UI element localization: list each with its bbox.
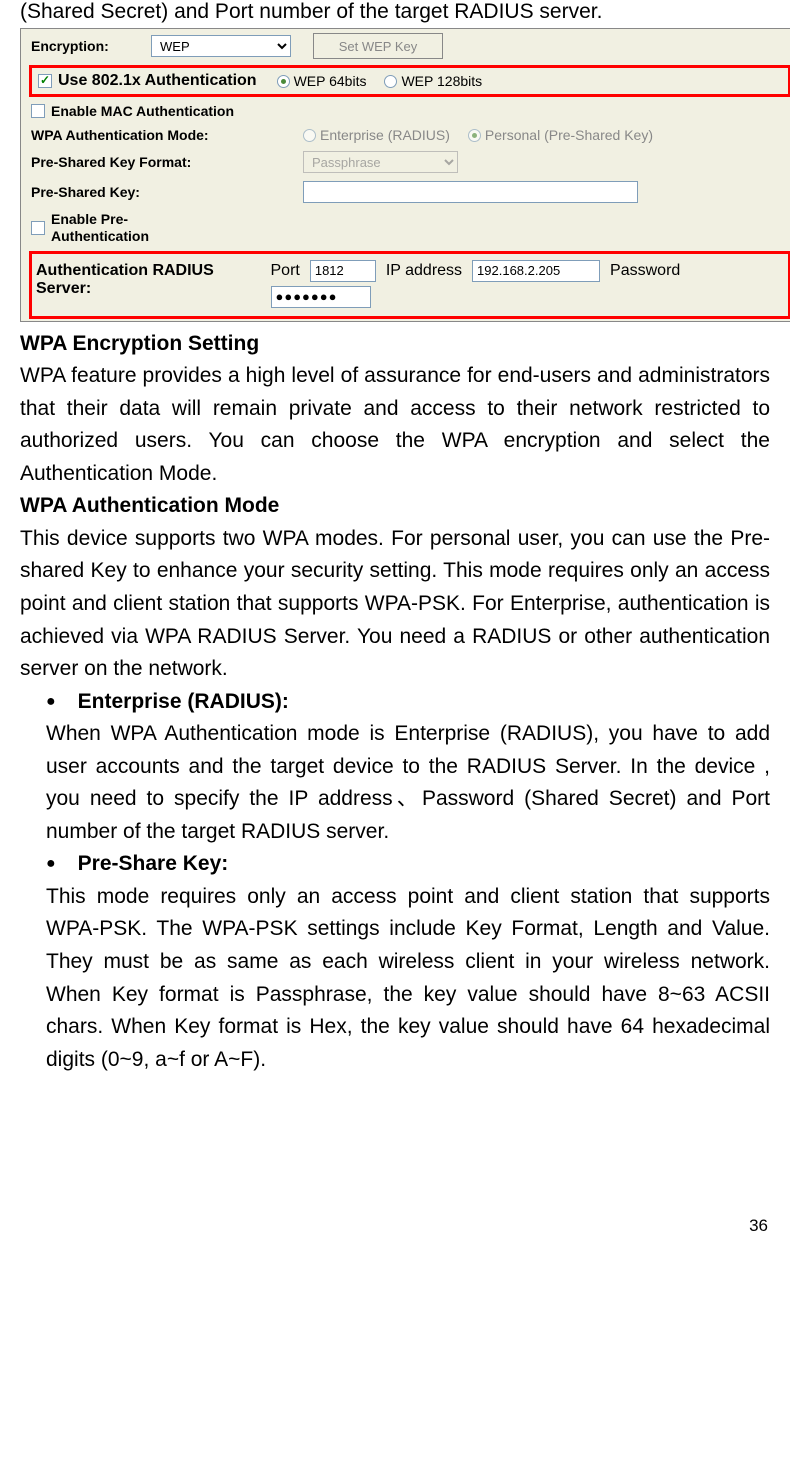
highlight-radius: Authentication RADIUS Server: Port IP ad… [29, 251, 790, 319]
paragraph-wpa-encryption: WPA feature provides a high level of ass… [20, 360, 770, 490]
wep-128-radio[interactable] [384, 75, 397, 88]
wep-64-label: WEP 64bits [294, 73, 367, 89]
port-input[interactable] [310, 260, 376, 282]
password-input[interactable] [271, 286, 371, 308]
bullet-enterprise-title: Enterprise (RADIUS): [78, 686, 289, 719]
bullet-icon: ● [46, 686, 56, 719]
set-wep-key-button[interactable]: Set WEP Key [313, 33, 443, 59]
encryption-select[interactable]: WEP [151, 35, 291, 57]
personal-radio[interactable] [468, 129, 481, 142]
settings-panel: Encryption: WEP Set WEP Key Use 802.1x A… [20, 28, 790, 322]
encryption-label: Encryption: [31, 38, 151, 54]
heading-wpa-auth-mode: WPA Authentication Mode [20, 490, 770, 523]
enable-mac-label: Enable MAC Authentication [51, 103, 234, 119]
bullet-preshare-title: Pre-Share Key: [78, 848, 229, 881]
personal-label: Personal (Pre-Shared Key) [485, 127, 653, 143]
heading-wpa-encryption: WPA Encryption Setting [20, 328, 770, 361]
password-label: Password [610, 262, 680, 280]
use-8021x-checkbox[interactable] [38, 74, 52, 88]
psk-format-label: Pre-Shared Key Format: [31, 154, 303, 170]
bullet-preshare: ● Pre-Share Key: [46, 848, 770, 881]
bullet-enterprise: ● Enterprise (RADIUS): [46, 686, 770, 719]
page-number: 36 [20, 1216, 770, 1236]
enable-mac-checkbox[interactable] [31, 104, 45, 118]
paragraph-preshare: This mode requires only an access point … [46, 881, 770, 1076]
auth-radius-label: Authentication RADIUS Server: [36, 260, 271, 298]
ip-label: IP address [386, 262, 462, 280]
ip-input[interactable] [472, 260, 600, 282]
enable-preauth-checkbox[interactable] [31, 221, 45, 235]
top-continuation-text: (Shared Secret) and Port number of the t… [20, 0, 770, 24]
paragraph-wpa-auth-mode: This device supports two WPA modes. For … [20, 523, 770, 686]
document-body: WPA Encryption Setting WPA feature provi… [20, 328, 770, 1077]
enterprise-radio[interactable] [303, 129, 316, 142]
wep-128-label: WEP 128bits [401, 73, 482, 89]
psk-label: Pre-Shared Key: [31, 184, 303, 200]
enterprise-label: Enterprise (RADIUS) [320, 127, 450, 143]
wpa-auth-mode-label: WPA Authentication Mode: [31, 127, 303, 143]
paragraph-enterprise: When WPA Authentication mode is Enterpri… [46, 718, 770, 848]
highlight-8021x: Use 802.1x Authentication WEP 64bits WEP… [29, 65, 790, 97]
psk-input[interactable] [303, 181, 638, 203]
wep-64-radio[interactable] [277, 75, 290, 88]
enable-preauth-label: Enable Pre-Authentication [51, 211, 171, 245]
psk-format-select[interactable]: Passphrase [303, 151, 458, 173]
port-label: Port [271, 262, 300, 280]
use-8021x-label: Use 802.1x Authentication [58, 72, 257, 90]
bullet-icon: ● [46, 848, 56, 881]
